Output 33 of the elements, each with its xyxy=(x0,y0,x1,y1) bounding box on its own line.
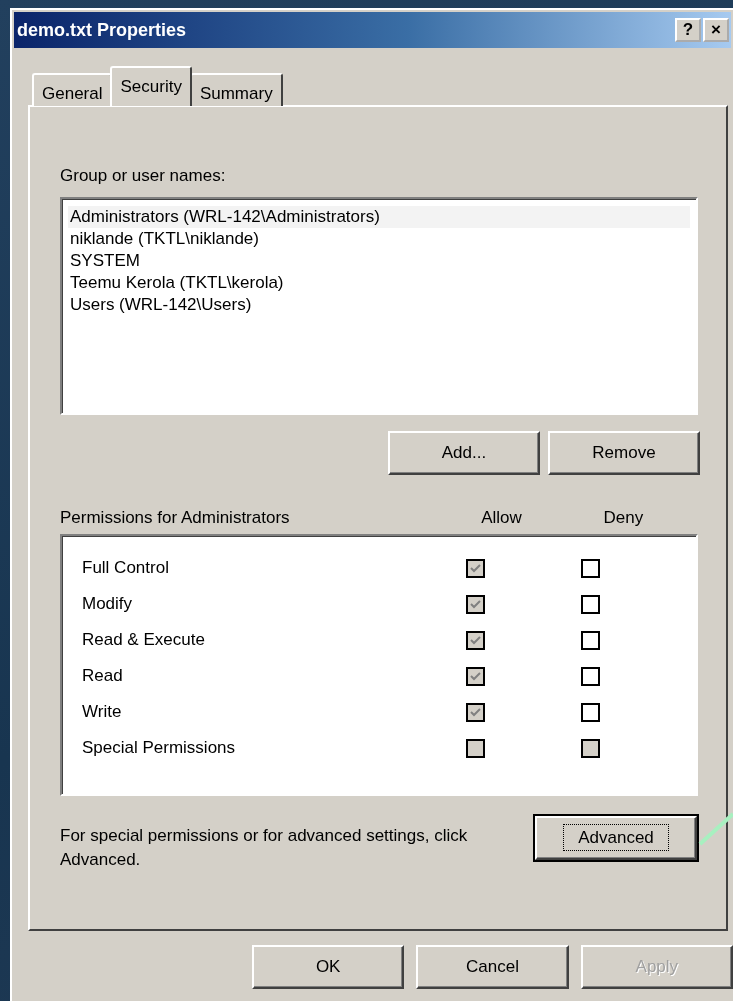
column-header: Allow xyxy=(481,507,522,527)
tab[interactable]: Summary xyxy=(189,73,283,106)
close-button[interactable]: × xyxy=(703,18,729,42)
column-header: Deny xyxy=(603,507,644,527)
permissions-label: Permissions for Administrators xyxy=(60,507,290,527)
help-button[interactable]: ? xyxy=(675,18,701,42)
list-item[interactable]: Users (WRL-142\Users) xyxy=(68,293,690,316)
help-text: For special permissions or for advanced settings, click Advanced. xyxy=(60,825,469,871)
list-label: Group or user names: xyxy=(60,165,227,187)
list-item[interactable]: niklande (TKTL\niklande) xyxy=(68,227,690,250)
remove-button[interactable]: Remove xyxy=(548,430,700,475)
checkbox[interactable] xyxy=(581,558,601,578)
permission-name: Modify xyxy=(82,594,133,614)
leader-line xyxy=(698,812,733,846)
list-item[interactable]: SYSTEM xyxy=(68,249,690,272)
checkbox[interactable] xyxy=(581,594,601,614)
cancel-button[interactable]: Cancel xyxy=(416,945,569,989)
permission-name: Full Control xyxy=(82,558,169,578)
tab[interactable]: Security xyxy=(110,66,192,106)
checkbox[interactable] xyxy=(581,630,601,650)
add-button[interactable]: Add... xyxy=(388,430,540,475)
permission-name: Write xyxy=(82,702,122,722)
ok-button[interactable]: OK xyxy=(252,945,405,989)
advanced-button[interactable]: Advanced xyxy=(535,816,697,860)
checkbox[interactable] xyxy=(581,702,601,722)
permission-name: Read & Execute xyxy=(82,630,205,650)
tab[interactable]: General xyxy=(32,73,113,106)
checkbox[interactable] xyxy=(581,666,601,686)
permission-name: Special Permissions xyxy=(82,738,236,758)
window-title: demo.txt Properties xyxy=(17,18,187,42)
list-item[interactable]: Administrators (WRL-142\Administrators) xyxy=(68,205,690,228)
permission-name: Read xyxy=(82,666,123,686)
list-item[interactable]: Teemu Kerola (TKTL\kerola) xyxy=(68,271,690,294)
